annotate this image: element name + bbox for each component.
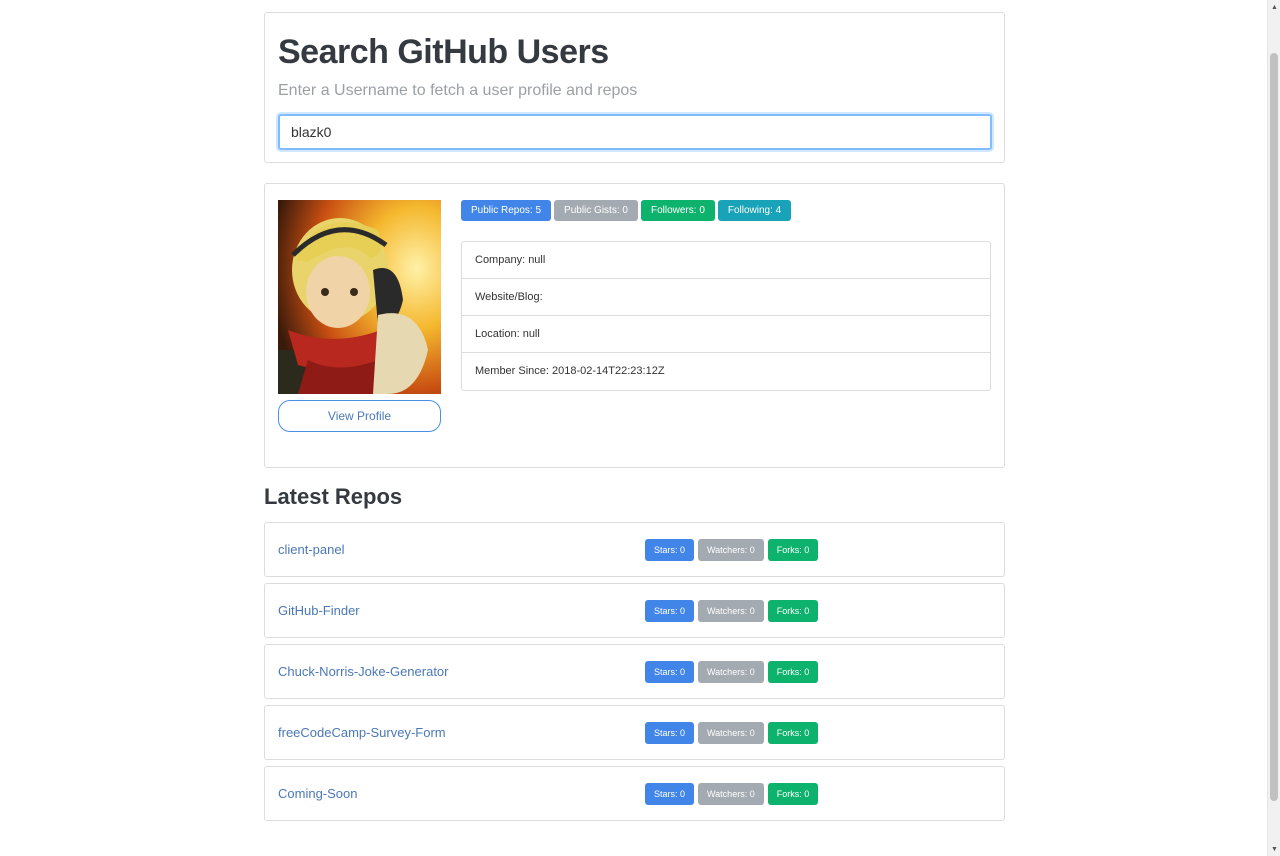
repo-badges: Stars: 0 Watchers: 0 Forks: 0 (645, 660, 819, 683)
watchers-badge: Watchers: 0 (698, 538, 764, 561)
public-gists-badge: Public Gists: 0 (554, 200, 638, 221)
repo-card: freeCodeCamp-Survey-Form Stars: 0 Watche… (264, 705, 1005, 760)
repo-card: Chuck-Norris-Joke-Generator Stars: 0 Wat… (264, 644, 1005, 699)
website-item: Website/Blog: (462, 279, 990, 316)
vertical-scrollbar[interactable]: ▲ ▼ (1267, 0, 1280, 856)
forks-badge: Forks: 0 (767, 599, 819, 622)
repo-link[interactable]: Coming-Soon (278, 786, 645, 801)
repo-card: GitHub-Finder Stars: 0 Watchers: 0 Forks… (264, 583, 1005, 638)
scroll-up-arrow-icon[interactable]: ▲ (1268, 0, 1280, 14)
repo-list: client-panel Stars: 0 Watchers: 0 Forks:… (264, 522, 1005, 821)
main-container: Search GitHub Users Enter a Username to … (264, 12, 1005, 827)
page: Search GitHub Users Enter a Username to … (0, 0, 1280, 856)
company-item: Company: null (462, 242, 990, 279)
repo-link[interactable]: freeCodeCamp-Survey-Form (278, 725, 645, 740)
watchers-badge: Watchers: 0 (698, 782, 764, 805)
public-repos-badge: Public Repos: 5 (461, 200, 552, 221)
repo-link[interactable]: client-panel (278, 542, 645, 557)
repo-badges: Stars: 0 Watchers: 0 Forks: 0 (645, 782, 819, 805)
profile-left-column: View Profile (278, 200, 441, 451)
following-badge: Following: 4 (717, 200, 792, 221)
stars-badge: Stars: 0 (645, 538, 695, 561)
view-profile-button[interactable]: View Profile (278, 400, 441, 432)
scrollbar-thumb[interactable] (1270, 53, 1278, 801)
page-subtitle: Enter a Username to fetch a user profile… (278, 82, 638, 99)
repo-link[interactable]: Chuck-Norris-Joke-Generator (278, 664, 645, 679)
watchers-badge: Watchers: 0 (698, 599, 764, 622)
followers-badge: Followers: 0 (640, 200, 715, 221)
repo-badges: Stars: 0 Watchers: 0 Forks: 0 (645, 599, 819, 622)
forks-badge: Forks: 0 (767, 721, 819, 744)
repo-card: Coming-Soon Stars: 0 Watchers: 0 Forks: … (264, 766, 1005, 821)
forks-badge: Forks: 0 (767, 782, 819, 805)
location-item: Location: null (462, 316, 990, 353)
forks-badge: Forks: 0 (767, 538, 819, 561)
forks-badge: Forks: 0 (767, 660, 819, 683)
member-since-item: Member Since: 2018-02-14T22:23:12Z (475, 365, 665, 377)
profile-badges: Public Repos: 5 Public Gists: 0 Follower… (461, 200, 991, 221)
stars-badge: Stars: 0 (645, 721, 695, 744)
search-card: Search GitHub Users Enter a Username to … (264, 12, 1005, 163)
repo-badges: Stars: 0 Watchers: 0 Forks: 0 (645, 538, 819, 561)
profile-card: View Profile Public Repos: 5 Public Gist… (264, 183, 1005, 468)
repo-link[interactable]: GitHub-Finder (278, 603, 645, 618)
stars-badge: Stars: 0 (645, 660, 695, 683)
user-avatar (278, 200, 441, 394)
repo-badges: Stars: 0 Watchers: 0 Forks: 0 (645, 721, 819, 744)
scroll-down-arrow-icon[interactable]: ▼ (1268, 842, 1280, 856)
profile-details: Public Repos: 5 Public Gists: 0 Follower… (461, 200, 991, 451)
stars-badge: Stars: 0 (645, 599, 695, 622)
page-title: Search GitHub Users (278, 33, 609, 71)
watchers-badge: Watchers: 0 (698, 660, 764, 683)
repo-card: client-panel Stars: 0 Watchers: 0 Forks:… (264, 522, 1005, 577)
watchers-badge: Watchers: 0 (698, 721, 764, 744)
repos-heading: Latest Repos (264, 484, 403, 509)
stars-badge: Stars: 0 (645, 782, 695, 805)
profile-info-list: Company: null Website/Blog: Location: nu… (461, 241, 991, 391)
search-input[interactable] (278, 114, 992, 150)
